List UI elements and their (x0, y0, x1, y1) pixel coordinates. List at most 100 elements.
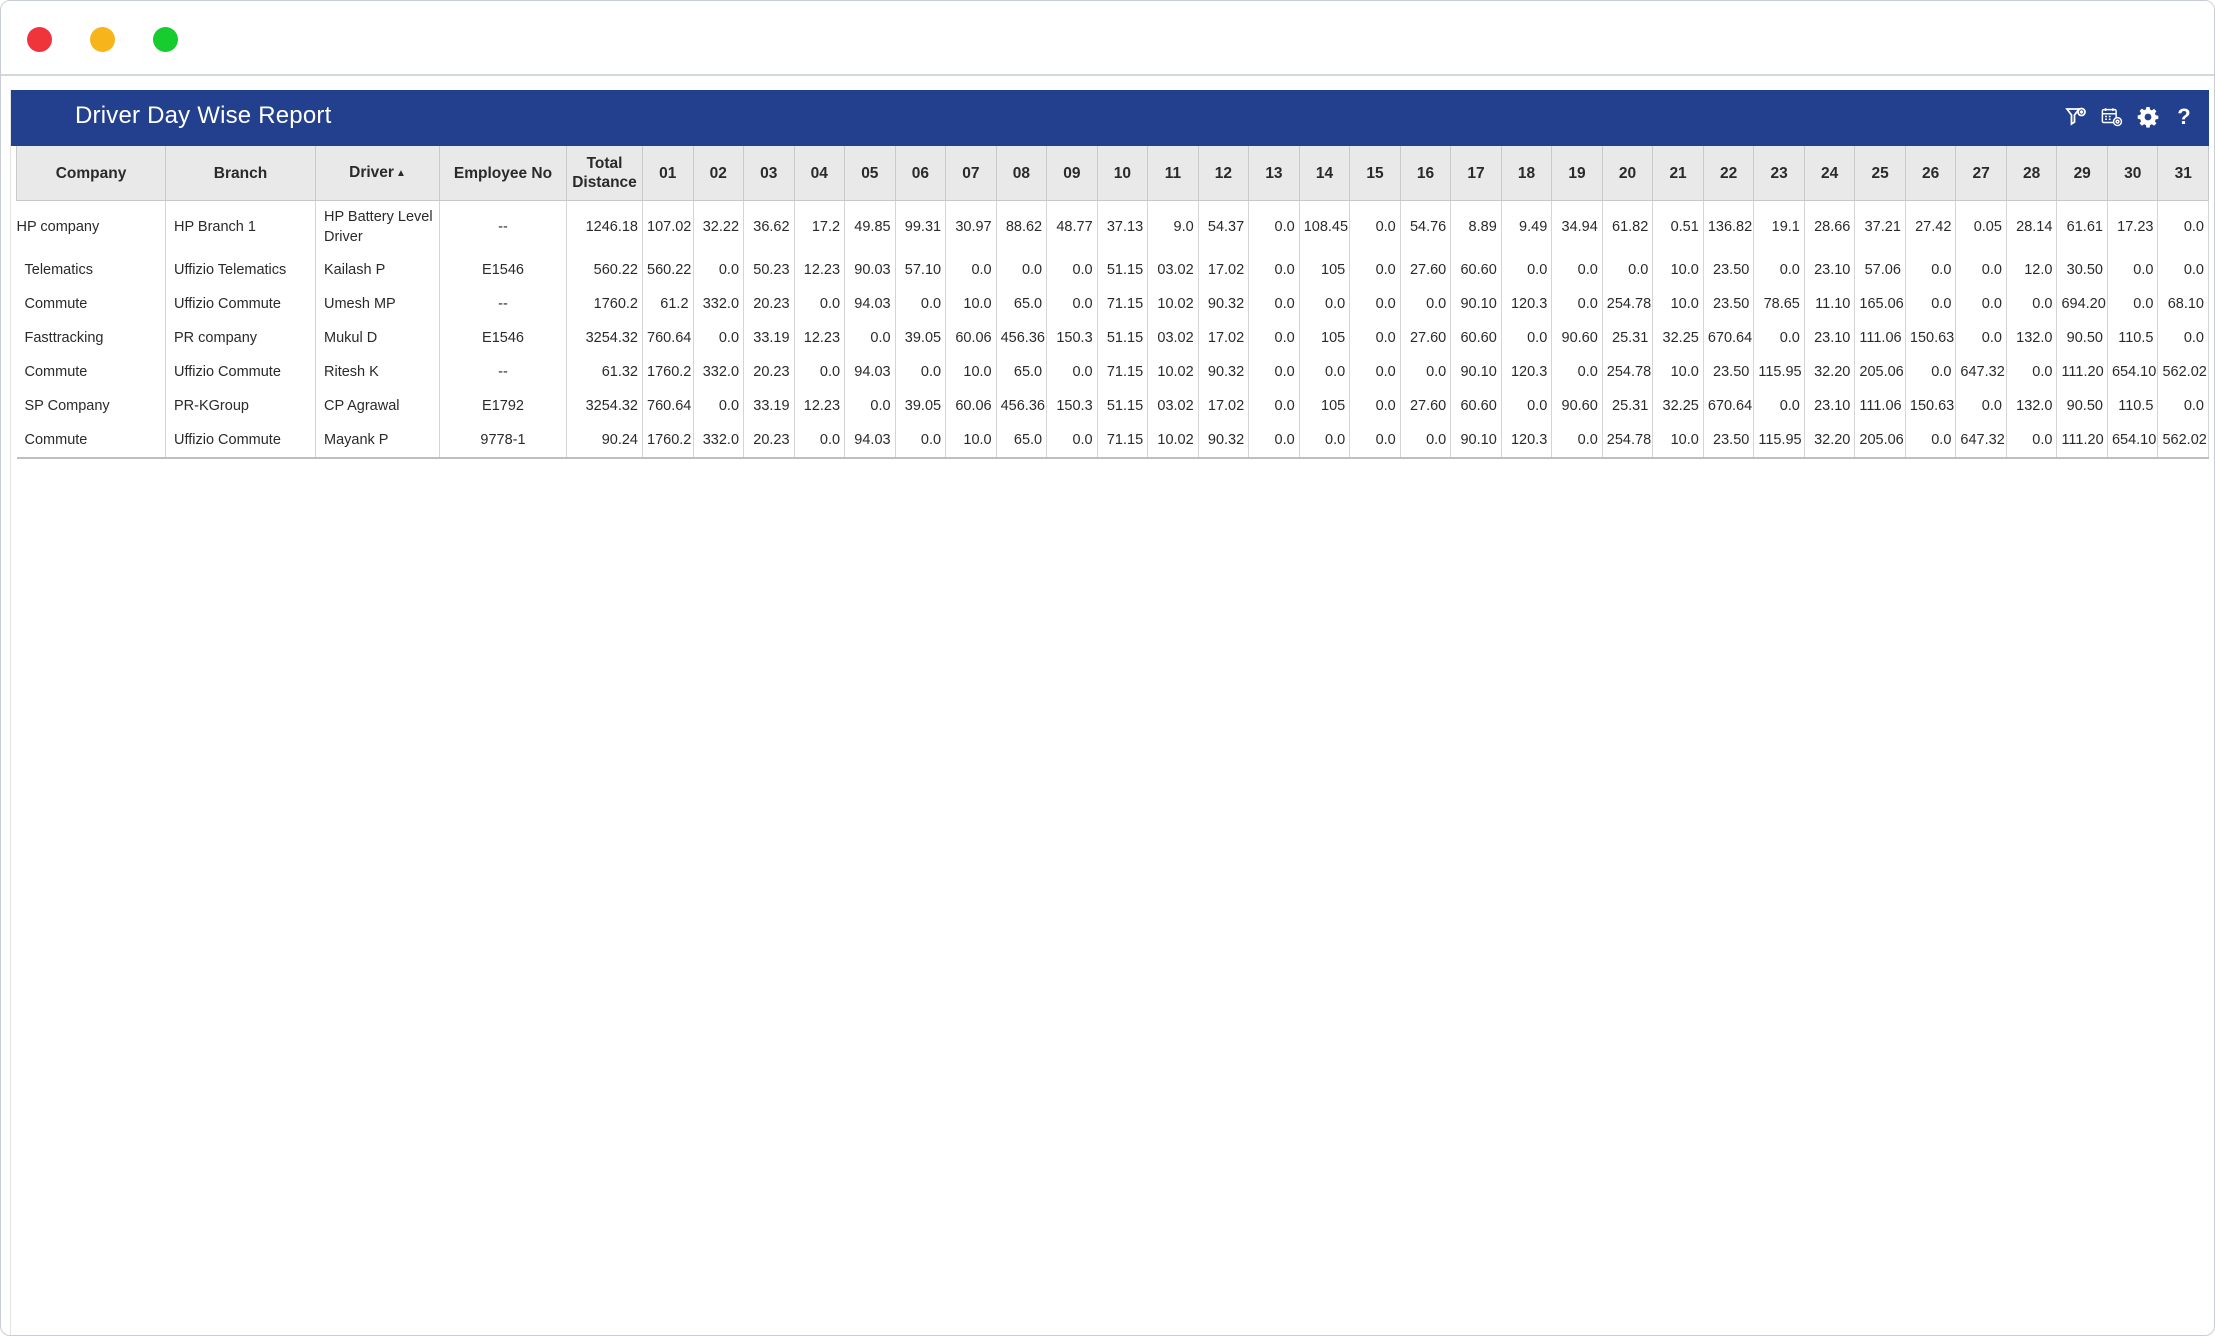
column-header-total-distance[interactable]: Total Distance (566, 146, 643, 201)
column-header-branch[interactable]: Branch (165, 146, 316, 201)
column-header-day[interactable]: 22 (1703, 146, 1755, 201)
day-value-cell: 37.21 (1854, 200, 1906, 253)
day-value-cell: 0.0 (945, 253, 997, 287)
column-header-day[interactable]: 19 (1551, 146, 1603, 201)
column-header-day[interactable]: 16 (1400, 146, 1452, 201)
day-value-cell: 25.31 (1602, 389, 1654, 423)
day-value-cell: 0.0 (1349, 253, 1401, 287)
column-header-day[interactable]: 04 (794, 146, 846, 201)
day-value-cell: 33.19 (743, 321, 795, 355)
column-header-day[interactable]: 13 (1248, 146, 1300, 201)
day-value-cell: 0.0 (1248, 287, 1300, 321)
column-header-day[interactable]: 24 (1804, 146, 1856, 201)
day-value-cell: 205.06 (1854, 423, 1906, 459)
table-header-row: Company Branch Driver ▲ Employee No Total… (16, 146, 2209, 201)
column-header-day[interactable]: 08 (996, 146, 1048, 201)
day-value-cell: 254.78 (1602, 423, 1654, 459)
column-header-day[interactable]: 26 (1905, 146, 1957, 201)
column-header-day[interactable]: 31 (2157, 146, 2209, 201)
column-header-day[interactable]: 21 (1652, 146, 1704, 201)
column-header-day[interactable]: 15 (1349, 146, 1401, 201)
day-value-cell: 32.25 (1652, 321, 1704, 355)
driver-cell: CP Agrawal (315, 389, 440, 423)
employee-no-cell: E1792 (439, 389, 567, 423)
column-header-day[interactable]: 12 (1198, 146, 1250, 201)
maximize-window-button[interactable] (153, 27, 178, 52)
total-distance-cell: 61.32 (566, 355, 643, 389)
column-header-day[interactable]: 18 (1501, 146, 1553, 201)
day-value-cell: 39.05 (895, 389, 947, 423)
day-value-cell: 150.63 (1905, 389, 1957, 423)
company-cell: Commute (16, 355, 166, 389)
day-value-cell: 0.0 (1349, 389, 1401, 423)
table-row[interactable]: HP company HP Branch 1 HP Battery Level Dr… (16, 200, 2209, 253)
day-value-cell: 90.60 (1551, 389, 1603, 423)
day-value-cell: 51.15 (1097, 253, 1149, 287)
day-value-cell: 20.23 (743, 355, 795, 389)
total-distance-cell: 560.22 (566, 253, 643, 287)
day-value-cell: 0.0 (1753, 389, 1805, 423)
day-value-cell: 03.02 (1147, 253, 1199, 287)
filter-icon[interactable] (2065, 106, 2087, 128)
day-value-cell: 94.03 (844, 355, 896, 389)
column-header-day[interactable]: 02 (693, 146, 745, 201)
day-value-cell: 0.0 (1248, 389, 1300, 423)
column-header-company[interactable]: Company (16, 146, 166, 201)
minimize-window-button[interactable] (90, 27, 115, 52)
column-header-day[interactable]: 14 (1299, 146, 1351, 201)
day-value-cell: 71.15 (1097, 287, 1149, 321)
help-icon[interactable]: ? (2173, 106, 2195, 128)
table-row[interactable]: SP Company PR-KGroup CP Agrawal E1792 3254.3… (16, 389, 2209, 423)
column-header-day[interactable]: 17 (1450, 146, 1502, 201)
table-row[interactable]: Telematics Uffizio Telematics Kailash P E15… (16, 253, 2209, 287)
column-header-day[interactable]: 20 (1602, 146, 1654, 201)
day-value-cell: 115.95 (1753, 423, 1805, 459)
table-row[interactable]: Commute Uffizio Commute Ritesh K -- 61.32 176… (16, 355, 2209, 389)
day-value-cell: 760.64 (642, 389, 694, 423)
company-cell: HP company (16, 200, 166, 253)
column-header-day[interactable]: 27 (1955, 146, 2007, 201)
column-header-day[interactable]: 09 (1046, 146, 1098, 201)
column-header-day[interactable]: 10 (1097, 146, 1149, 201)
day-value-cell: 0.0 (1248, 355, 1300, 389)
column-header-day[interactable]: 29 (2056, 146, 2108, 201)
table-row[interactable]: Commute Uffizio Commute Umesh MP -- 1760.2 61… (16, 287, 2209, 321)
day-value-cell: 115.95 (1753, 355, 1805, 389)
column-header-day[interactable]: 23 (1753, 146, 1805, 201)
table-row[interactable]: Fasttracking PR company Mukul D E1546 3254.3… (16, 321, 2209, 355)
day-value-cell: 23.10 (1804, 321, 1856, 355)
column-header-day[interactable]: 25 (1854, 146, 1906, 201)
table-row[interactable]: Commute Uffizio Commute Mayank P 9778-1 90.2… (16, 423, 2209, 459)
day-value-cell: 12.23 (794, 253, 846, 287)
day-value-cell: 108.45 (1299, 200, 1351, 253)
column-header-day[interactable]: 06 (895, 146, 947, 201)
column-header-day[interactable]: 05 (844, 146, 896, 201)
column-header-total-line1: Total (586, 155, 623, 172)
column-header-employee-no[interactable]: Employee No (439, 146, 567, 201)
column-header-day[interactable]: 30 (2107, 146, 2159, 201)
day-value-cell: 136.82 (1703, 200, 1755, 253)
column-header-day[interactable]: 01 (642, 146, 694, 201)
day-value-cell: 9.49 (1501, 200, 1553, 253)
gear-icon[interactable] (2137, 106, 2159, 128)
column-header-day[interactable]: 07 (945, 146, 997, 201)
column-header-day[interactable]: 28 (2006, 146, 2058, 201)
driver-cell: Umesh MP (315, 287, 440, 321)
close-window-button[interactable] (27, 27, 52, 52)
day-value-cell: 61.82 (1602, 200, 1654, 253)
day-value-cell: 23.50 (1703, 253, 1755, 287)
column-header-driver[interactable]: Driver ▲ (315, 146, 440, 201)
day-value-cell: 12.0 (2006, 253, 2058, 287)
day-value-cell: 0.0 (1905, 423, 1957, 459)
column-header-day[interactable]: 11 (1147, 146, 1199, 201)
day-value-cell: 105 (1299, 389, 1351, 423)
day-value-cell: 0.0 (693, 389, 745, 423)
calendar-settings-icon[interactable] (2101, 106, 2123, 128)
driver-cell: Mayank P (315, 423, 440, 459)
day-value-cell: 332.0 (693, 423, 745, 459)
day-value-cell: 54.37 (1198, 200, 1250, 253)
column-header-day[interactable]: 03 (743, 146, 795, 201)
day-value-cell: 23.50 (1703, 423, 1755, 459)
day-value-cell: 332.0 (693, 355, 745, 389)
day-value-cell: 254.78 (1602, 355, 1654, 389)
